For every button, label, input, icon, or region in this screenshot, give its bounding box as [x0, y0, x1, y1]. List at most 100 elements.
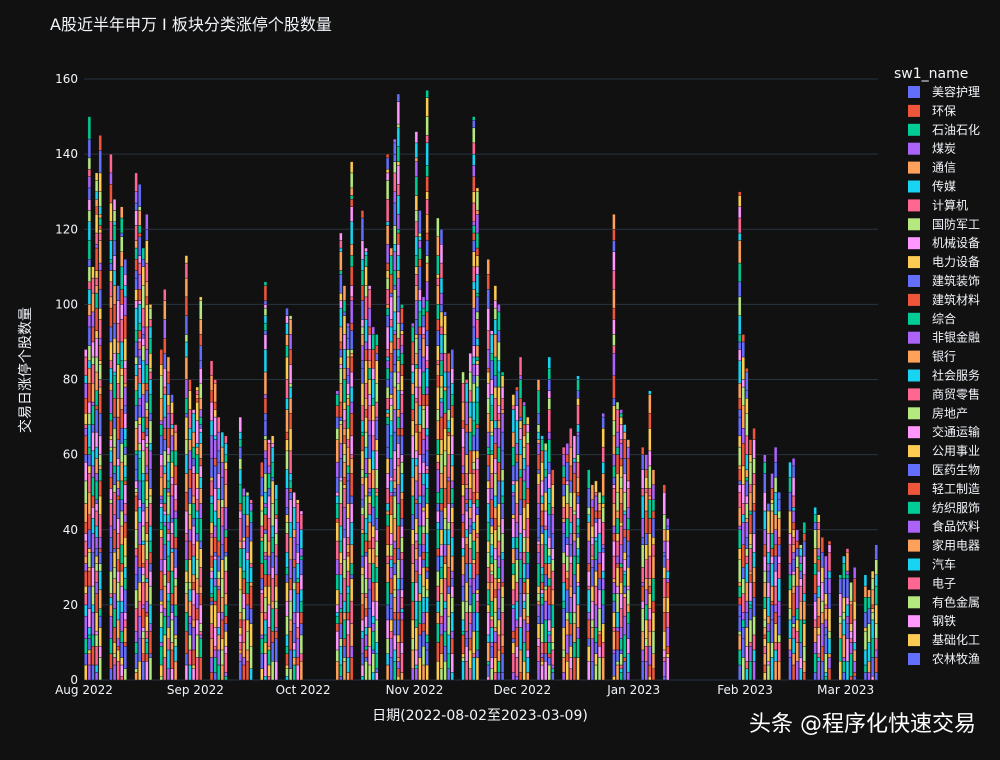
bar-segment — [421, 623, 426, 632]
bar-segment — [385, 198, 390, 222]
bar-segment — [845, 661, 850, 681]
bar-segment — [748, 544, 753, 549]
bar-segment — [461, 371, 465, 384]
bar-segment — [371, 600, 375, 617]
bar-segment — [120, 251, 124, 268]
bar-segment — [518, 649, 523, 673]
bar-segment — [425, 90, 429, 98]
bar-stack — [551, 469, 555, 681]
bar-segment — [475, 630, 480, 651]
bar-segment — [393, 661, 397, 681]
bar-segment — [94, 409, 99, 433]
bar-segment — [612, 307, 616, 320]
bar-segment — [224, 552, 228, 557]
bar-segment — [468, 578, 472, 587]
bar-segment — [263, 398, 268, 414]
bar-segment — [285, 450, 289, 470]
bar-segment — [738, 582, 742, 587]
bar-segment — [364, 247, 368, 252]
bar-segment — [396, 161, 401, 166]
bar-segment — [738, 634, 742, 651]
bar-segment — [870, 657, 875, 677]
bar-segment — [464, 379, 469, 384]
bar-segment — [349, 255, 354, 268]
bar-segment — [148, 563, 153, 572]
bar-segment — [163, 368, 167, 388]
bar-segment — [349, 435, 354, 455]
bar-segment — [738, 480, 742, 485]
bar-segment — [385, 379, 390, 388]
bar-segment — [242, 548, 246, 572]
bar-segment — [335, 661, 339, 681]
bar-segment — [159, 507, 163, 523]
bar-segment — [870, 578, 875, 591]
bar-segment — [601, 623, 605, 643]
bar-segment — [536, 473, 541, 485]
bar-segment — [375, 582, 379, 602]
bar-segment — [443, 311, 447, 316]
bar-segment — [651, 668, 656, 681]
bar-segment — [741, 386, 745, 406]
bar-segment — [389, 341, 393, 354]
bar-segment — [500, 585, 505, 598]
bar-stack — [666, 518, 670, 681]
bar-segment — [845, 597, 850, 606]
bar-segment — [396, 657, 401, 662]
bar-segment — [288, 668, 293, 681]
bar-segment — [120, 409, 124, 429]
bar-segment — [134, 202, 138, 211]
bar-segment — [601, 548, 605, 553]
bar-segment — [141, 259, 145, 268]
bar-segment — [349, 206, 354, 222]
bar-segment — [414, 176, 419, 196]
bar-segment — [217, 540, 221, 557]
bar-segment — [87, 638, 92, 651]
bar-segment — [425, 664, 429, 681]
bar-segment — [748, 645, 753, 662]
bar-segment — [188, 488, 192, 504]
bar-segment — [188, 439, 192, 452]
bar-segment — [827, 578, 832, 594]
bar-segment — [766, 533, 771, 553]
bar-segment — [288, 349, 293, 365]
bar-segment — [116, 559, 120, 572]
bar-segment — [791, 559, 796, 572]
bar-segment — [590, 585, 595, 602]
bar-segment — [619, 443, 623, 459]
bar-segment — [112, 657, 117, 666]
bar-segment — [346, 473, 350, 482]
bar-segment — [170, 649, 174, 669]
bar-segment — [597, 563, 602, 579]
bar-segment — [450, 672, 454, 681]
bar-segment — [112, 375, 117, 399]
bar-segment — [648, 488, 652, 497]
bar-segment — [213, 604, 217, 628]
bar-segment — [551, 484, 555, 508]
bar-segment — [159, 364, 163, 376]
legend-entry: 银行 — [932, 350, 956, 364]
bar-stack — [590, 484, 595, 681]
bar-segment — [522, 529, 526, 538]
bar-segment — [472, 375, 476, 384]
bar-segment — [267, 676, 271, 681]
bar-segment — [213, 383, 217, 403]
bar-segment — [421, 664, 426, 681]
bar-segment — [249, 510, 253, 523]
bar-segment — [213, 416, 217, 437]
bar-segment — [375, 450, 379, 470]
bar-segment — [615, 649, 620, 662]
bar-segment — [845, 548, 850, 553]
bar-stack — [288, 315, 293, 681]
bar-segment — [644, 544, 648, 561]
bar-segment — [443, 518, 447, 530]
bar-segment — [173, 510, 178, 519]
bar-segment — [249, 563, 253, 568]
bar-stack — [414, 131, 419, 681]
bar-segment — [188, 379, 192, 391]
bar-segment — [662, 676, 666, 681]
bar-segment — [518, 593, 523, 617]
bar-segment — [159, 476, 163, 497]
bar-segment — [536, 544, 541, 553]
bar-segment — [112, 221, 117, 226]
bar-segment — [360, 240, 365, 260]
